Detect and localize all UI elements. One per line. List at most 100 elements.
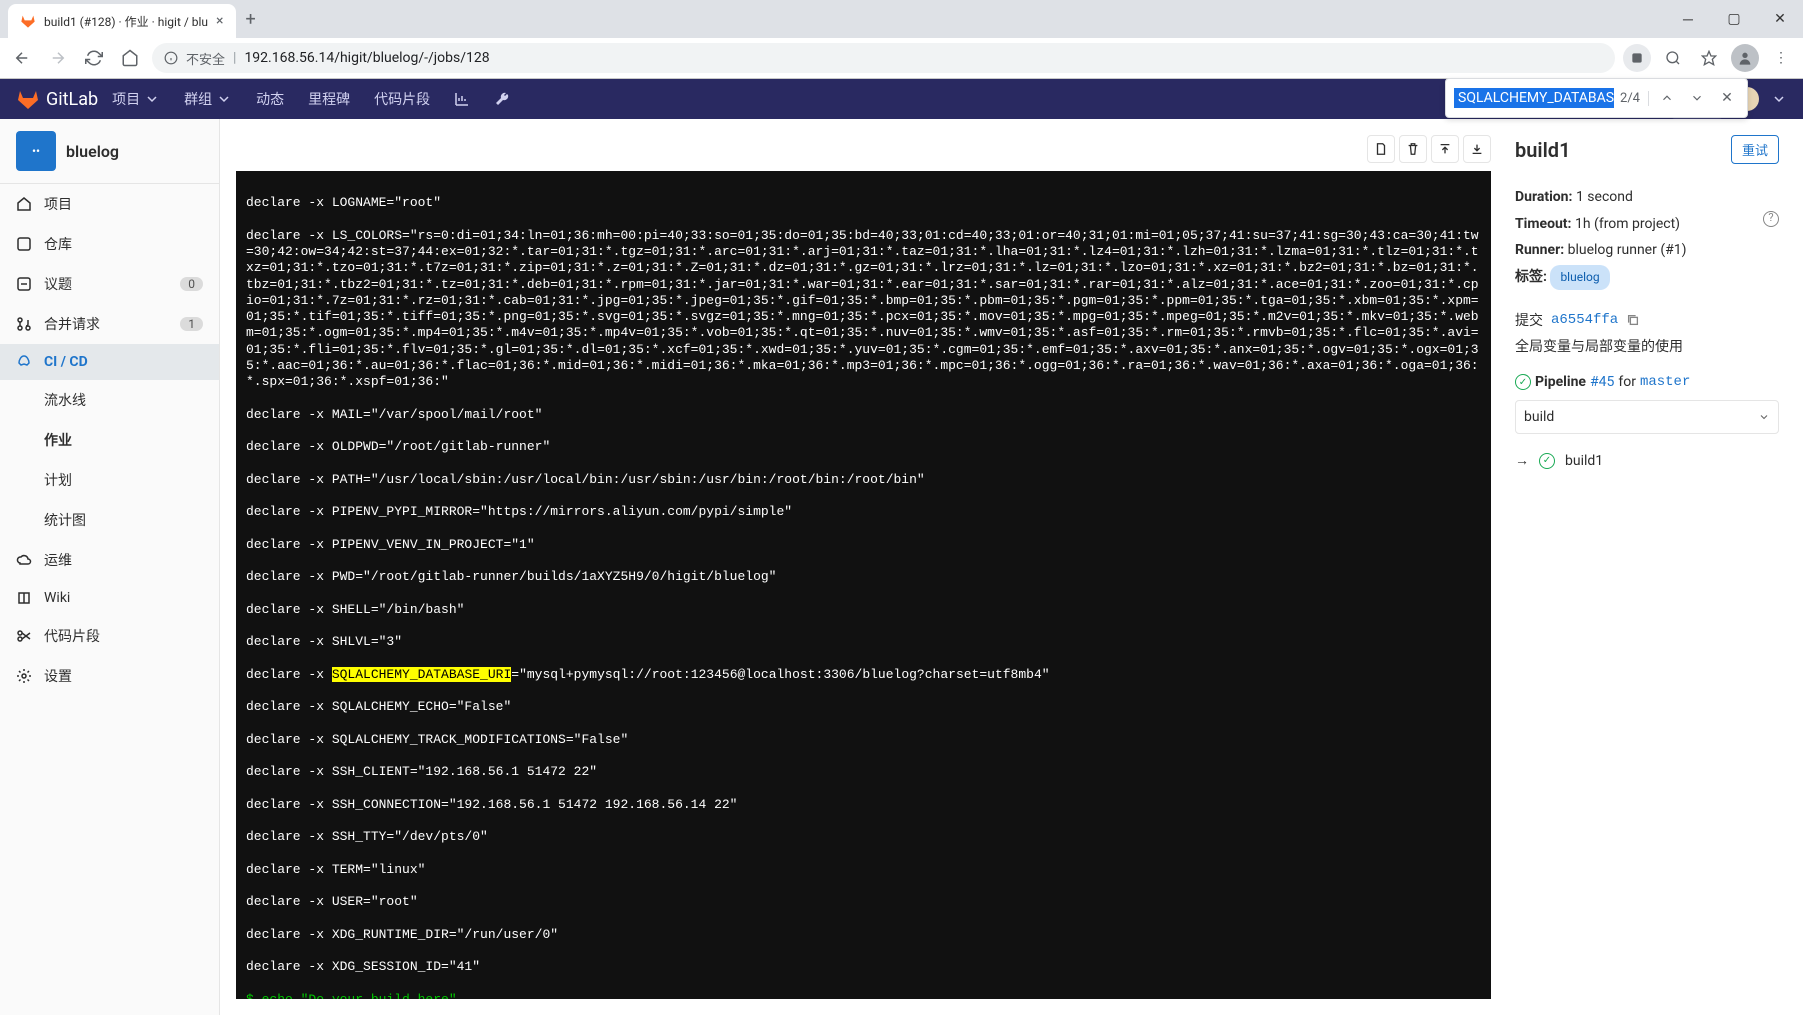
scroll-bottom-button[interactable]: [1463, 135, 1491, 163]
sidebar-item-schedules[interactable]: 计划: [0, 460, 219, 500]
url-insecure-label: 不安全: [186, 49, 225, 68]
home-button[interactable]: [116, 44, 144, 72]
log-line: declare -x SSH_CLIENT="192.168.56.1 5147…: [246, 764, 1481, 780]
info-icon: [164, 51, 178, 65]
gitlab-logo-icon: [16, 87, 40, 111]
menu-button[interactable]: ⋮: [1767, 44, 1795, 72]
sidebar-item-issues[interactable]: 议题0: [0, 264, 219, 304]
find-close-button[interactable]: ✕: [1715, 86, 1739, 110]
sidebar-item-charts[interactable]: 统计图: [0, 500, 219, 540]
log-line: declare -x SSH_TTY="/dev/pts/0": [246, 829, 1481, 845]
sidebar-item-wiki[interactable]: Wiki: [0, 580, 219, 616]
job-title-row: build1 重试: [1515, 135, 1779, 164]
show-raw-button[interactable]: [1367, 135, 1395, 163]
issues-count: 0: [180, 277, 203, 291]
close-icon[interactable]: ×: [216, 13, 223, 29]
scroll-top-button[interactable]: [1431, 135, 1459, 163]
minimize-button[interactable]: ─: [1665, 0, 1711, 38]
find-bar: SQLALCHEMY_DATABASE_U 2/4 ✕: [1445, 78, 1748, 118]
commit-message: 全局变量与局部变量的使用: [1515, 336, 1779, 356]
project-header[interactable]: •• bluelog: [0, 119, 219, 184]
find-count: 2/4: [1620, 91, 1649, 106]
repo-icon: [16, 236, 32, 252]
find-prev-button[interactable]: [1655, 86, 1679, 110]
log-actions: [236, 135, 1491, 163]
nav-activity[interactable]: 动态: [246, 79, 294, 119]
sidebar-item-mr[interactable]: 合并请求1: [0, 304, 219, 344]
commit-sha[interactable]: a6554ffa: [1551, 312, 1618, 328]
back-button[interactable]: [8, 44, 36, 72]
find-input[interactable]: SQLALCHEMY_DATABASE_U: [1454, 88, 1614, 108]
commit-label: 提交: [1515, 310, 1543, 330]
project-avatar: ••: [16, 131, 56, 171]
tag: bluelog: [1550, 265, 1609, 290]
nav-milestones[interactable]: 里程碑: [298, 79, 360, 119]
chart-icon: [454, 91, 470, 107]
stage-select[interactable]: build: [1515, 400, 1779, 434]
address-bar: 不安全 | 192.168.56.14/higit/bluelog/-/jobs…: [0, 38, 1803, 78]
maximize-button[interactable]: ▢: [1711, 0, 1757, 38]
zoom-icon[interactable]: [1659, 44, 1687, 72]
nav-admin-icon[interactable]: [484, 79, 520, 119]
new-tab-button[interactable]: +: [236, 9, 266, 30]
erase-button[interactable]: [1399, 135, 1427, 163]
nav-projects[interactable]: 项目: [102, 79, 170, 119]
nav-groups[interactable]: 群组: [174, 79, 242, 119]
project-name: bluelog: [66, 142, 119, 161]
sidebar-item-ops[interactable]: 运维: [0, 540, 219, 580]
chevron-down-icon: [144, 91, 160, 107]
log-line: declare -x SHELL="/bin/bash": [246, 602, 1481, 618]
chevron-down-icon[interactable]: [1771, 91, 1787, 107]
sidebar-item-settings[interactable]: 设置: [0, 656, 219, 696]
sidebar-item-jobs[interactable]: 作业: [0, 420, 219, 460]
log-line: declare -x XDG_RUNTIME_DIR="/run/user/0": [246, 927, 1481, 943]
sidebar-item-project[interactable]: 项目: [0, 184, 219, 224]
tab-bar: build1 (#128) · 作业 · higit / blu × + ─ ▢…: [0, 0, 1803, 38]
job-title: build1: [1515, 138, 1571, 162]
log-line: declare -x LOGNAME="root": [246, 195, 1481, 211]
gitlab-logo[interactable]: GitLab: [16, 87, 98, 111]
job-log[interactable]: declare -x LOGNAME="root" declare -x LS_…: [236, 171, 1491, 999]
copy-icon[interactable]: [1626, 313, 1640, 327]
branch-link[interactable]: master: [1640, 374, 1690, 390]
extension-icon[interactable]: [1623, 44, 1651, 72]
sidebar-item-pipelines[interactable]: 流水线: [0, 380, 219, 420]
chevron-down-icon: [1758, 411, 1770, 423]
log-line: declare -x XDG_SESSION_ID="41": [246, 959, 1481, 975]
nav-snippets[interactable]: 代码片段: [364, 79, 440, 119]
job-row[interactable]: → ✓ build1: [1515, 452, 1779, 469]
chevron-down-icon: [216, 91, 232, 107]
rocket-icon: [16, 354, 32, 370]
sidebar-item-snippets[interactable]: 代码片段: [0, 616, 219, 656]
gear-icon: [16, 668, 32, 684]
pipeline-link[interactable]: #45: [1590, 374, 1614, 390]
log-panel: declare -x LOGNAME="root" declare -x LS_…: [236, 135, 1491, 999]
arrow-icon: →: [1515, 452, 1529, 469]
profile-button[interactable]: [1731, 44, 1759, 72]
find-next-button[interactable]: [1685, 86, 1709, 110]
job-sidebar: build1 重试 Duration: 1 second Timeout: 1h…: [1507, 135, 1787, 999]
browser-chrome: build1 (#128) · 作业 · higit / blu × + ─ ▢…: [0, 0, 1803, 79]
retry-button[interactable]: 重试: [1731, 135, 1779, 164]
browser-tab[interactable]: build1 (#128) · 作业 · higit / blu ×: [8, 4, 236, 38]
url-box[interactable]: 不安全 | 192.168.56.14/higit/bluelog/-/jobs…: [152, 43, 1615, 73]
duration-value: 1 second: [1576, 189, 1633, 205]
job-meta: Duration: 1 second Timeout: 1h (from pro…: [1515, 184, 1779, 290]
bookmark-icon[interactable]: [1695, 44, 1723, 72]
sidebar-item-repo[interactable]: 仓库: [0, 224, 219, 264]
issues-icon: [16, 276, 32, 292]
mr-count: 1: [180, 317, 203, 331]
sidebar-item-cicd[interactable]: CI / CD: [0, 344, 219, 380]
reload-button[interactable]: [80, 44, 108, 72]
pipeline-label: Pipeline: [1535, 374, 1586, 390]
log-line: declare -x SHLVL="3": [246, 634, 1481, 650]
log-line: declare -x SQLALCHEMY_DATABASE_URI="mysq…: [246, 667, 1481, 683]
runner-value: bluelog runner (#1): [1568, 242, 1687, 258]
log-line: declare -x OLDPWD="/root/gitlab-runner": [246, 439, 1481, 455]
help-icon[interactable]: ?: [1763, 211, 1779, 227]
nav-metrics-icon[interactable]: [444, 79, 480, 119]
forward-button[interactable]: [44, 44, 72, 72]
log-line: declare -x PIPENV_PYPI_MIRROR="https://m…: [246, 504, 1481, 520]
runner-label: Runner:: [1515, 242, 1564, 258]
close-window-button[interactable]: ✕: [1757, 0, 1803, 38]
